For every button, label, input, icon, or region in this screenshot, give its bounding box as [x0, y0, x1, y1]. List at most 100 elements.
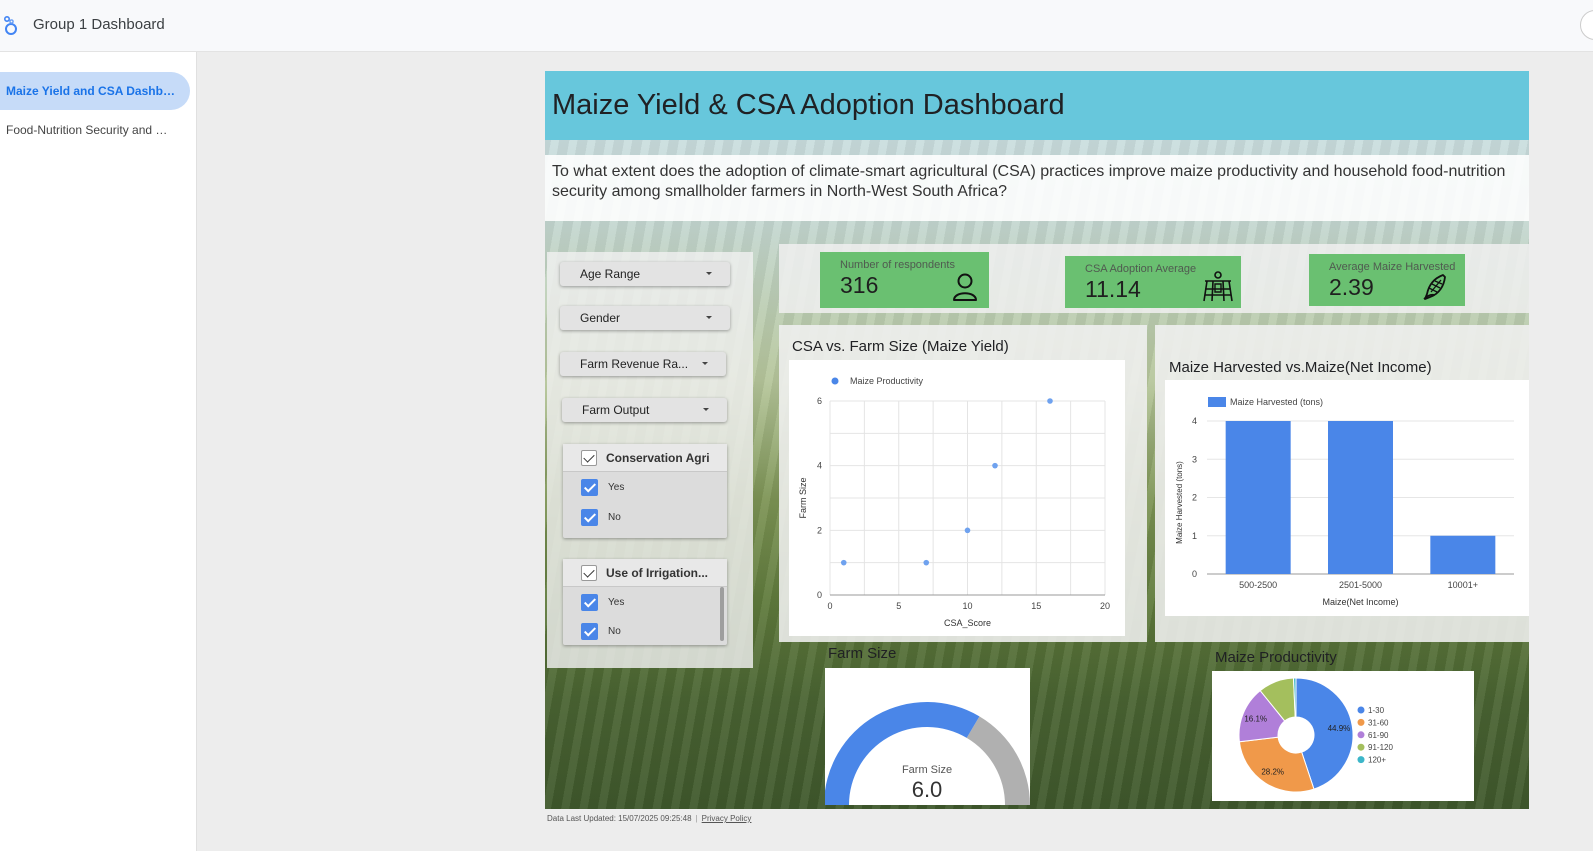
- pie-chart[interactable]: 44.9% 28.2% 16.1% 1-30 31-60 61-90 91-120 120+: [1212, 671, 1474, 801]
- legend-marker: [831, 377, 839, 385]
- select-all-checkbox[interactable]: [581, 565, 597, 581]
- scatter-title: CSA vs. Farm Size (Maize Yield): [792, 338, 1009, 355]
- select-all-checkbox[interactable]: [581, 450, 597, 466]
- scatter-chart[interactable]: 0 5 10 15 20 0 2 4 6 CSA_Score Farm Size Maize Prod…: [789, 360, 1125, 636]
- farmer-tools-icon: [1203, 271, 1233, 302]
- scrollbar[interactable]: [720, 587, 724, 641]
- conservation-agri-select-all[interactable]: Conservation Agri: [563, 444, 727, 472]
- checkbox-checked-icon[interactable]: [581, 479, 598, 496]
- gauge-value: 6.0: [912, 777, 943, 802]
- age-range-dropdown[interactable]: Age Range: [560, 262, 730, 286]
- footer: Data Last Updated: 15/07/2025 09:25:48 | P…: [547, 814, 752, 823]
- pie-slice-label: 16.1%: [1244, 715, 1267, 724]
- legend-label: Maize Harvested (tons): [1230, 397, 1323, 407]
- corn-icon: [1423, 274, 1446, 300]
- gauge-label: Farm Size: [902, 764, 952, 776]
- y-axis-label: Farm Size: [798, 477, 808, 518]
- legend-label: 120+: [1368, 756, 1386, 765]
- option-label: Yes: [608, 482, 625, 493]
- legend-label: 1-30: [1368, 706, 1385, 715]
- kpi-label: CSA Adoption Average: [1085, 263, 1197, 275]
- checkbox-checked-icon[interactable]: [581, 623, 598, 640]
- bar: [1225, 421, 1291, 574]
- gender-dropdown-label: Gender: [580, 311, 621, 325]
- y-tick-label: 4: [817, 461, 822, 471]
- farm-revenue-dropdown-label: Farm Revenue Ra...: [580, 357, 689, 371]
- x-tick-label: 0: [827, 601, 832, 611]
- page-navigation-sidebar: Maize Yield and CSA Dashboard Food-Nutri…: [0, 52, 197, 851]
- kpi-label: Number of respondents: [840, 259, 955, 271]
- irrigation-select-all[interactable]: Use of Irrigation...: [563, 559, 727, 587]
- option-label: No: [608, 626, 621, 637]
- kpi-csa-adoption: CSA Adoption Average 11.14: [1065, 256, 1241, 308]
- bar: [1430, 535, 1496, 574]
- x-tick-label: 10001+: [1448, 580, 1478, 590]
- legend-marker: [1357, 706, 1365, 714]
- y-tick-label: 4: [1192, 416, 1197, 426]
- pie-title: Maize Productivity: [1215, 649, 1337, 666]
- kpi-value: 2.39: [1329, 274, 1374, 300]
- gauge-card[interactable]: Farm Size 6.0: [824, 668, 1030, 805]
- age-range-dropdown-label: Age Range: [580, 267, 641, 281]
- farm-output-dropdown[interactable]: Farm Output: [562, 398, 727, 422]
- legend-label: 61-90: [1368, 731, 1389, 740]
- y-axis-label: Maize Harvested (tons): [1175, 461, 1184, 544]
- legend-marker: [1357, 743, 1365, 751]
- looker-studio-logo-icon[interactable]: [2, 14, 20, 36]
- kpi-respondents: Number of respondents 316: [820, 252, 989, 308]
- y-tick-label: 6: [817, 396, 822, 406]
- sidebar-item-food-nutrition[interactable]: Food-Nutrition Security and CSA: [0, 111, 190, 149]
- pie-card[interactable]: 44.9% 28.2% 16.1% 1-30 31-60 61-90 91-120 120+: [1212, 671, 1474, 801]
- kpi-maize-harvested: Average Maize Harvested 2.39: [1309, 254, 1465, 306]
- chevron-down-icon: [706, 316, 712, 319]
- y-tick-label: 0: [817, 590, 822, 600]
- kpi-value: 11.14: [1085, 276, 1141, 302]
- bar-card[interactable]: 0 1 2 3 4 500-2500 2501-5000 10001+ Maize(Net In…: [1165, 380, 1529, 616]
- legend-label: 31-60: [1368, 718, 1389, 727]
- irrigation-title: Use of Irrigation...: [606, 566, 709, 580]
- chevron-down-icon: [703, 408, 709, 411]
- x-tick-label: 5: [896, 601, 901, 611]
- filter-panel: Age Range Gender Farm Revenue Ra... Farm…: [547, 252, 753, 668]
- y-tick-label: 1: [1192, 531, 1197, 541]
- legend-marker: [1357, 718, 1365, 726]
- bar-title: Maize Harvested vs.Maize(Net Income): [1169, 359, 1432, 376]
- checkbox-checked-icon[interactable]: [581, 594, 598, 611]
- scatter-point: [840, 559, 847, 566]
- bar: [1328, 421, 1393, 574]
- x-tick-label: 2501-5000: [1339, 580, 1382, 590]
- scatter-point: [1047, 398, 1053, 404]
- farm-output-dropdown-label: Farm Output: [582, 403, 650, 417]
- x-tick-label: 500-2500: [1239, 580, 1277, 590]
- account-avatar[interactable]: [1580, 10, 1593, 40]
- bar-chart[interactable]: 0 1 2 3 4 500-2500 2501-5000 10001+ Maize(Net In…: [1165, 380, 1529, 616]
- gauge-chart[interactable]: Farm Size6.0: [824, 668, 1030, 805]
- option-label: No: [608, 512, 621, 523]
- pie-slice: [1238, 736, 1315, 793]
- gender-dropdown[interactable]: Gender: [560, 306, 730, 330]
- legend-marker: [1208, 397, 1226, 407]
- research-question-box: To what extent does the adoption of clim…: [545, 155, 1529, 221]
- gauge-value-arc: [824, 702, 980, 805]
- scatter-point: [923, 559, 930, 566]
- report-title: Maize Yield & CSA Adoption Dashboard: [552, 89, 1065, 121]
- person-icon: [953, 273, 977, 301]
- option-label: Yes: [608, 597, 625, 608]
- sidebar-item-maize-yield[interactable]: Maize Yield and CSA Dashboard: [0, 72, 190, 110]
- checkbox-checked-icon[interactable]: [581, 509, 598, 526]
- conservation-agri-title: Conservation Agri: [606, 451, 710, 465]
- privacy-policy-link[interactable]: Privacy Policy: [702, 814, 752, 823]
- farm-revenue-dropdown[interactable]: Farm Revenue Ra...: [560, 352, 726, 376]
- app-title: Group 1 Dashboard: [33, 16, 165, 33]
- y-tick-label: 2: [817, 525, 822, 535]
- report-canvas: Maize Yield & CSA Adoption Dashboard To …: [545, 71, 1529, 809]
- y-tick-label: 0: [1192, 569, 1197, 579]
- scatter-card[interactable]: 0 5 10 15 20 0 2 4 6 CSA_Score Farm Size Maize Prod…: [789, 360, 1125, 636]
- chevron-down-icon: [706, 272, 712, 275]
- pie-slice-label: 28.2%: [1261, 768, 1284, 777]
- report-header: Maize Yield & CSA Adoption Dashboard: [545, 71, 1529, 140]
- legend-marker: [1357, 731, 1365, 739]
- legend-label: Maize Productivity: [850, 376, 924, 386]
- x-axis-label: Maize(Net Income): [1322, 597, 1398, 607]
- x-tick-label: 10: [962, 601, 972, 611]
